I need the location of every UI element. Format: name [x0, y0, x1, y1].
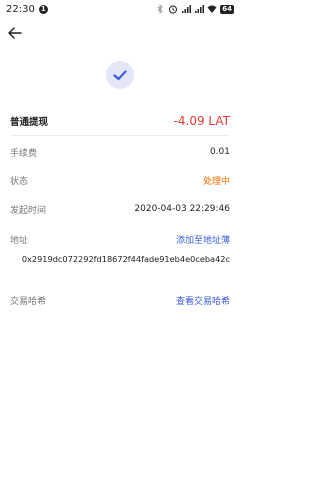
time-value: 2020-04-03 22:29:46 [134, 204, 230, 214]
arrow-left-icon [8, 27, 22, 39]
status-label: 状态 [10, 176, 29, 187]
fee-label: 手续费 [10, 148, 38, 159]
back-button[interactable] [6, 24, 24, 42]
signal-icon-2 [195, 5, 205, 13]
withdrawal-detail-screen: 22:30 1 64 普通提现 -4.09 LAT 手续费 0.01 状态 处理… [0, 0, 240, 500]
status-check-badge [106, 61, 134, 89]
row-address: 地址 添加至地址薄 [10, 233, 230, 246]
status-value: 处理中 [202, 176, 230, 187]
status-time: 22:30 [6, 3, 35, 15]
transaction-type-label: 普通提现 [10, 117, 49, 128]
row-tx-hash: 交易哈希 查看交易哈希 [10, 294, 230, 307]
address-label: 地址 [10, 235, 29, 246]
tx-hash-label: 交易哈希 [10, 296, 47, 307]
status-bar: 22:30 1 64 [0, 0, 240, 18]
battery-indicator: 64 [220, 4, 234, 14]
row-transaction-type: 普通提现 -4.09 LAT [10, 114, 230, 128]
status-bar-right: 64 [155, 4, 234, 14]
fee-value: 0.01 [209, 147, 230, 157]
divider [10, 135, 230, 136]
notification-badge: 1 [38, 4, 48, 14]
alarm-icon [169, 5, 178, 14]
view-tx-hash-link[interactable]: 查看交易哈希 [176, 294, 230, 307]
address-value: 0x2919dc072292fd18672f44fade91eb4e0ceba4… [21, 254, 230, 264]
row-time: 发起时间 2020-04-03 22:29:46 [10, 203, 230, 216]
row-fee: 手续费 0.01 [10, 146, 230, 159]
transaction-amount: -4.09 LAT [173, 114, 230, 128]
wifi-icon [207, 5, 217, 13]
check-icon [113, 69, 127, 80]
bluetooth-icon [157, 4, 163, 14]
signal-icon [182, 5, 192, 13]
time-label: 发起时间 [10, 205, 47, 216]
add-to-address-book-link[interactable]: 添加至地址薄 [176, 233, 230, 246]
row-status: 状态 处理中 [10, 174, 230, 187]
status-bar-left: 22:30 1 [6, 4, 48, 15]
